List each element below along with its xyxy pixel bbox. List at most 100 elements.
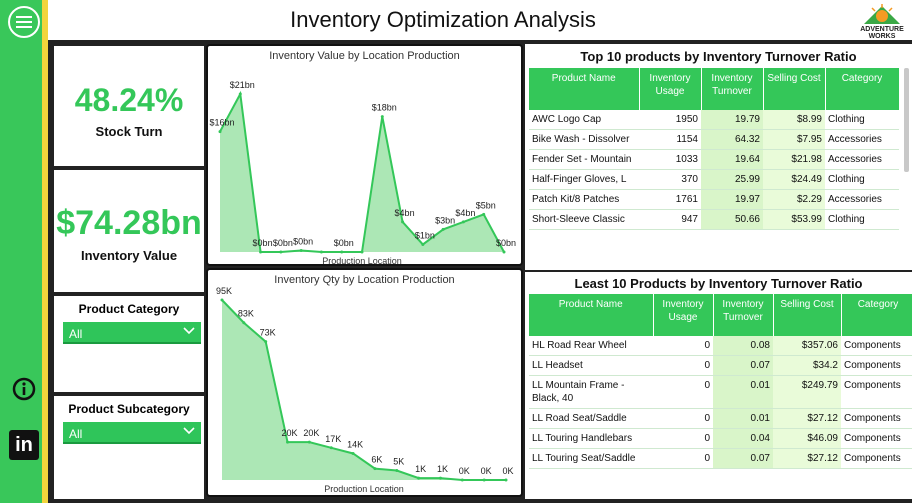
table-row[interactable]: Fender Set - Mountain 1033 19.64 $21.98 Acce… [529, 149, 899, 170]
product-subcategory-dropdown[interactable]: All [63, 422, 201, 444]
data-label: $0bn [496, 238, 516, 248]
data-point[interactable] [259, 250, 263, 254]
column-header[interactable]: Product Name [529, 294, 654, 336]
table-row[interactable]: LL Mountain Frame - Black, 40 0 0.01 $249.7… [529, 375, 912, 409]
data-point[interactable] [460, 478, 464, 482]
table-cell: Components [841, 428, 912, 449]
table-cell: 1154 [639, 129, 701, 150]
table-cell: 947 [639, 209, 701, 230]
table-row[interactable]: AWC Logo Cap 1950 19.79 $8.99 Clothing [529, 110, 899, 130]
table-cell: Components [841, 375, 912, 409]
table-cell: Accessories [825, 129, 899, 150]
data-label: 6K [371, 455, 382, 465]
table-row[interactable]: LL Headset 0 0.07 $34.2 Components [529, 355, 912, 376]
data-point[interactable] [220, 298, 224, 302]
table-cell: $27.12 [773, 408, 841, 429]
table-cell: 370 [639, 169, 701, 190]
table-cell: LL Headset [529, 355, 653, 376]
data-label: 0K [459, 466, 470, 476]
table-cell: Components [841, 448, 912, 469]
table-cell: 0 [653, 408, 713, 429]
linkedin-icon[interactable]: in [9, 430, 39, 460]
table-row[interactable]: Patch Kit/8 Patches 1761 19.97 $2.29 Accesso… [529, 189, 899, 210]
table-cell: 0.07 [713, 448, 773, 469]
data-point[interactable] [421, 242, 425, 246]
data-point[interactable] [299, 248, 303, 252]
data-label: 17K [325, 434, 341, 444]
vertical-scrollbar[interactable] [904, 68, 909, 172]
data-point[interactable] [218, 130, 222, 134]
data-point[interactable] [461, 220, 465, 224]
data-point[interactable] [264, 340, 268, 344]
data-label: $18bn [372, 103, 397, 113]
column-header[interactable]: Inventory Turnover [701, 68, 764, 110]
data-point[interactable] [373, 467, 377, 471]
table-row[interactable]: LL Touring Handlebars 0 0.04 $46.09 Componen… [529, 428, 912, 449]
table-cell: Clothing [825, 209, 899, 230]
data-point[interactable] [482, 478, 486, 482]
table-cell: Half-Finger Gloves, L [529, 169, 639, 190]
table-row[interactable]: LL Road Seat/Saddle 0 0.01 $27.12 Components [529, 408, 912, 429]
column-header[interactable]: Inventory Usage [653, 294, 714, 336]
column-header[interactable]: Category [825, 68, 900, 110]
top-products-table: Product Name Inventory Usage Inventory Tur… [529, 68, 900, 230]
data-point[interactable] [438, 476, 442, 480]
data-label: 20K [303, 428, 319, 438]
stock-turn-label: Stock Turn [95, 124, 163, 139]
data-label: $4bn [455, 208, 475, 218]
table-row[interactable]: HL Road Rear Wheel 0 0.08 $357.06 Components [529, 336, 912, 356]
data-label: $16bn [209, 118, 234, 128]
table-cell: 1033 [639, 149, 701, 170]
table-row[interactable]: Half-Finger Gloves, L 370 25.99 $24.49 Cloth… [529, 169, 899, 190]
table-cell: $53.99 [763, 209, 825, 230]
data-label: $1bn [415, 230, 435, 240]
product-category-selected: All [69, 327, 83, 341]
data-point[interactable] [242, 321, 246, 325]
column-header[interactable]: Product Name [529, 68, 640, 110]
data-point[interactable] [279, 250, 283, 254]
hamburger-menu-icon[interactable] [8, 6, 40, 38]
data-label: 0K [481, 466, 492, 476]
data-point[interactable] [441, 227, 445, 231]
table-cell: Components [841, 408, 912, 429]
data-point[interactable] [380, 115, 384, 119]
column-header[interactable]: Category [841, 294, 912, 336]
product-category-dropdown[interactable]: All [63, 322, 201, 344]
data-point[interactable] [351, 451, 355, 455]
inventory-value-label: Inventory Value [80, 248, 178, 263]
data-point[interactable] [307, 440, 311, 444]
table-cell: 64.32 [701, 129, 763, 150]
data-point[interactable] [502, 250, 506, 254]
x-axis-label: Production Location [322, 256, 402, 264]
column-header[interactable]: Selling Cost [763, 68, 826, 110]
table-row[interactable]: Bike Wash - Dissolver 1154 64.32 $7.95 Acces… [529, 129, 899, 150]
data-point[interactable] [238, 92, 242, 96]
data-point[interactable] [417, 476, 421, 480]
adventure-works-logo: ADVENTURE WORKS [854, 2, 910, 40]
table-cell: 0.04 [713, 428, 773, 449]
data-point[interactable] [482, 212, 486, 216]
table-cell: Clothing [825, 169, 899, 190]
column-header[interactable]: Inventory Usage [639, 68, 702, 110]
data-point[interactable] [286, 440, 290, 444]
inventory-qty-chart: Inventory Qty by Location Production 95K… [206, 268, 523, 497]
data-point[interactable] [401, 220, 405, 224]
x-axis-label: Production Location [324, 484, 404, 494]
inventory-value-chart: Inventory Value by Location Production $… [206, 44, 523, 266]
data-point[interactable] [329, 446, 333, 450]
table-cell: 0.07 [713, 355, 773, 376]
data-point[interactable] [504, 478, 508, 482]
header: Inventory Optimization Analysis ADVENTUR… [48, 0, 912, 42]
inventory-value-area-chart: $16bn$21bn$0bn $0bn $0bn $0bn$18bn$4bn$1bn$… [209, 80, 516, 264]
table-cell: Short-Sleeve Classic [529, 209, 639, 230]
column-header[interactable]: Inventory Turnover [713, 294, 774, 336]
info-icon[interactable] [12, 377, 36, 401]
table-row[interactable]: LL Touring Seat/Saddle 0 0.07 $27.12 Compone… [529, 448, 912, 469]
data-point[interactable] [319, 250, 323, 254]
data-point[interactable] [395, 469, 399, 473]
table-row[interactable]: Short-Sleeve Classic 947 50.66 $53.99 Clothi… [529, 209, 899, 230]
data-label: 14K [347, 439, 363, 449]
data-point[interactable] [360, 250, 364, 254]
data-point[interactable] [340, 250, 344, 254]
column-header[interactable]: Selling Cost [773, 294, 842, 336]
